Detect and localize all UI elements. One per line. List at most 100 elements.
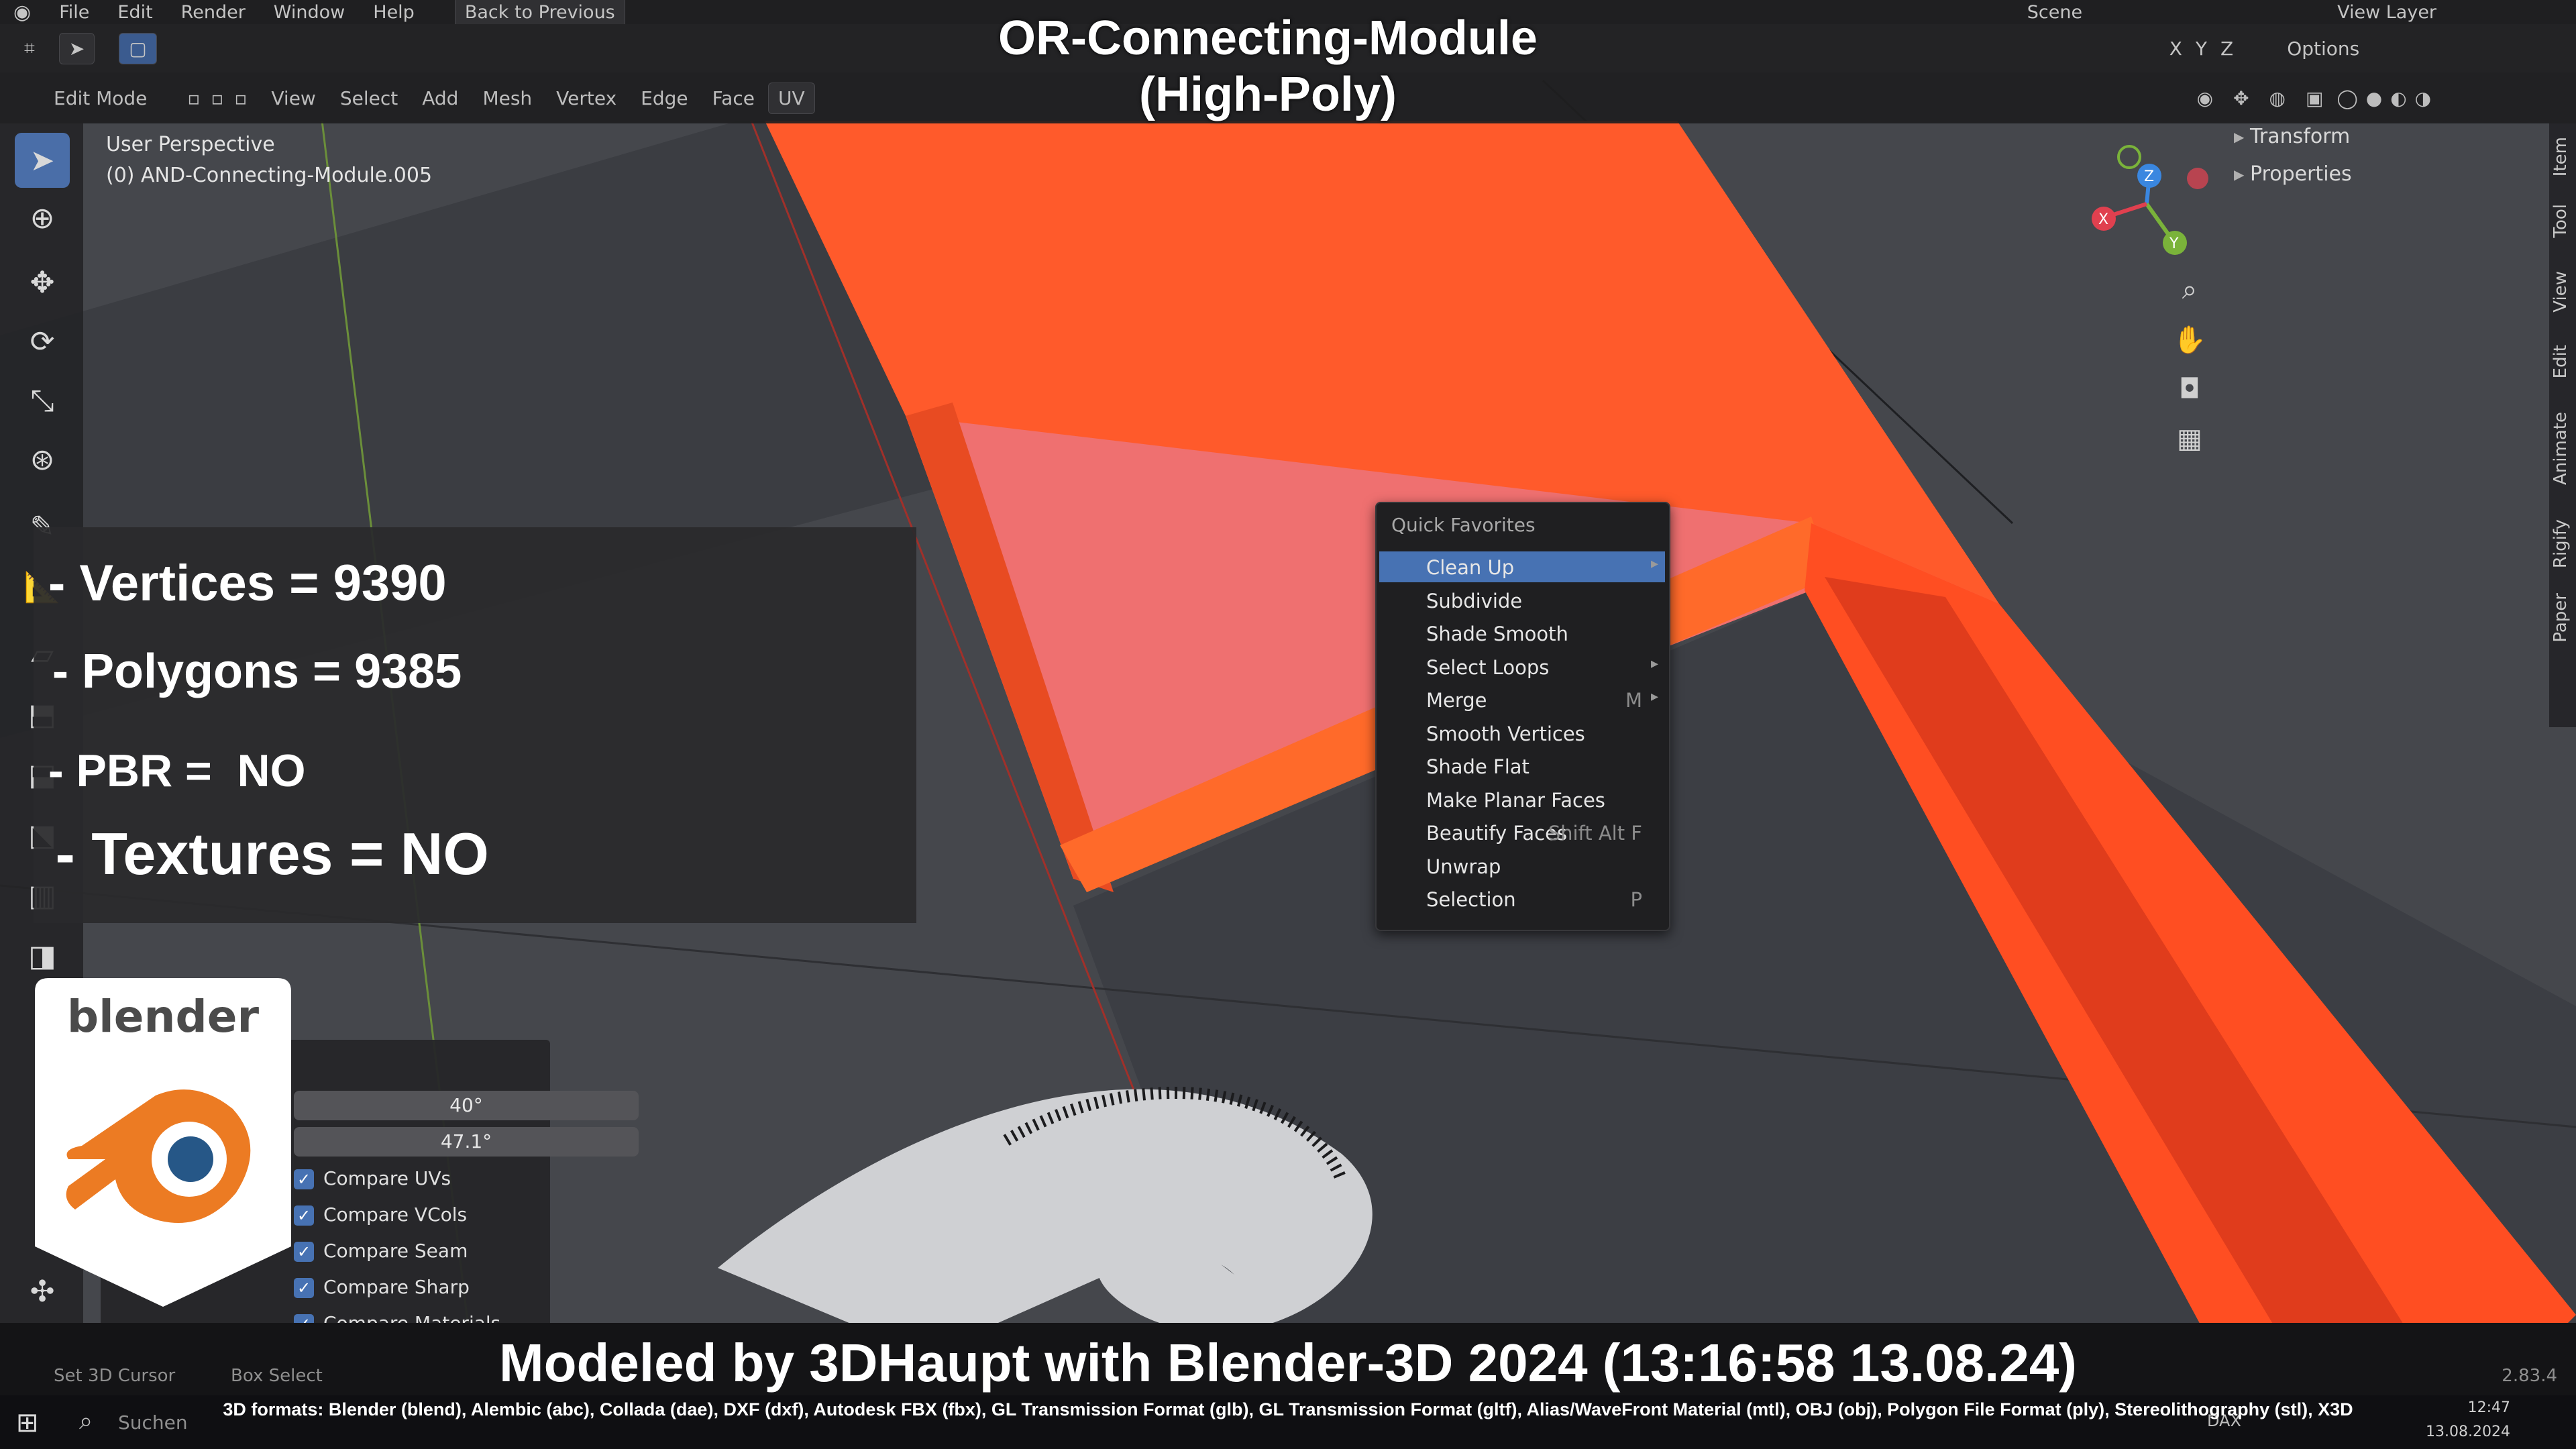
header-menu-mesh[interactable]: Mesh xyxy=(482,87,532,109)
footer-formats: 3D formats: Blender (blend), Alembic (ab… xyxy=(223,1399,2353,1419)
menu-item-label: Shade Flat xyxy=(1426,755,1529,778)
tab-view[interactable]: View xyxy=(2551,271,2575,313)
menu-item-label: Clean Up xyxy=(1426,556,1515,579)
tab-edit[interactable]: Edit xyxy=(2551,345,2575,378)
stat-pbr: - PBR = NO xyxy=(48,745,306,796)
blender-logo-text: blender xyxy=(67,991,260,1042)
panel-properties[interactable]: Properties xyxy=(2250,162,2352,186)
menu-item[interactable]: Select Loops ▸ xyxy=(1379,651,1665,682)
gizmo-x-label: X xyxy=(2098,211,2108,228)
operator-checkbox[interactable]: ✓ Compare Sharp xyxy=(294,1276,470,1298)
editor-type-icon[interactable]: ⌗ xyxy=(24,37,35,60)
properties-expand-icon[interactable]: ▶ xyxy=(2234,166,2244,182)
gizmo-toggle-icon[interactable]: ✥ xyxy=(2233,87,2249,109)
tab-tool[interactable]: Tool xyxy=(2551,204,2575,238)
checkmark-icon: ✓ xyxy=(294,1278,314,1298)
menu-window[interactable]: Window xyxy=(274,2,345,23)
menu-item[interactable]: Shade Smooth xyxy=(1379,618,1665,649)
select-tool-icon[interactable]: ➤ xyxy=(58,32,95,64)
n-panel: ▶ Transform ▶ Properties xyxy=(2227,123,2549,204)
tab-item[interactable]: Item xyxy=(2551,137,2575,176)
overlay-toggle-icon[interactable]: ◍ xyxy=(2269,87,2286,109)
checkbox-label: Compare UVs xyxy=(323,1167,451,1189)
axis-lock-x[interactable]: X xyxy=(2169,38,2182,60)
shading-rendered-icon[interactable]: ◑ xyxy=(2415,87,2431,109)
menu-help[interactable]: Help xyxy=(373,2,415,23)
back-to-previous-button[interactable]: Back to Previous xyxy=(454,0,625,28)
checkbox-label: Compare Seam xyxy=(323,1240,468,1262)
ortho-grid-icon[interactable]: ▦ xyxy=(2168,417,2211,460)
checkbox-label: Compare VCols xyxy=(323,1203,468,1226)
axis-lock-z[interactable]: Z xyxy=(2220,38,2233,60)
stat-vertices: - Vertices = 9390 xyxy=(48,555,447,612)
visibility-icon[interactable]: ◉ xyxy=(2197,87,2213,109)
tab-paper[interactable]: Paper xyxy=(2551,593,2575,643)
panel-transform[interactable]: Transform xyxy=(2250,125,2350,148)
stat-polygons: - Polygons = 9385 xyxy=(39,645,462,698)
header-menu-face[interactable]: Face xyxy=(712,87,755,109)
menu-item[interactable]: Subdivide xyxy=(1379,585,1665,616)
shading-solid-icon[interactable]: ● xyxy=(2366,87,2382,109)
rotate-tool-icon[interactable]: ⟳ xyxy=(15,314,70,369)
pan-hand-icon[interactable]: ✋ xyxy=(2168,318,2211,361)
header-menu-view[interactable]: View xyxy=(271,87,315,109)
menu-item-label: Unwrap xyxy=(1426,855,1501,878)
shading-wire-icon[interactable]: ◯ xyxy=(2337,87,2357,109)
view-layer-selector[interactable]: View Layer xyxy=(2337,2,2436,23)
select-box-tool-icon[interactable]: ➤ xyxy=(15,133,70,188)
menu-item-label: Shade Smooth xyxy=(1426,623,1568,645)
quick-favorites-menu: Quick Favorites Clean Up ▸ Subdivide Shade … xyxy=(1375,502,1670,931)
menu-item[interactable]: Selection P xyxy=(1379,883,1665,914)
tab-rigify[interactable]: Rigify xyxy=(2551,519,2575,568)
axis-lock-y[interactable]: Y xyxy=(2196,38,2207,60)
submenu-arrow-icon: ▸ xyxy=(1650,555,1658,572)
xray-toggle-icon[interactable]: ▣ xyxy=(2306,87,2323,109)
operator-checkbox[interactable]: ✓ Compare Seam xyxy=(294,1240,468,1262)
menu-item[interactable]: Shade Flat xyxy=(1379,751,1665,782)
menu-item-label: Beautify Faces xyxy=(1426,822,1568,845)
scale-tool-icon[interactable]: ⤡ xyxy=(15,373,70,428)
n-panel-tabs: Item Tool View Edit Animate Rigify Paper xyxy=(2549,123,2576,727)
angle-field-2[interactable]: 47.1° xyxy=(294,1127,639,1157)
cursor-tool-icon[interactable]: ⊕ xyxy=(15,191,70,246)
shading-material-icon[interactable]: ◐ xyxy=(2390,87,2406,109)
mode-selector[interactable]: Edit Mode xyxy=(54,87,147,109)
menu-item[interactable]: Clean Up ▸ xyxy=(1379,551,1665,582)
menu-edit[interactable]: Edit xyxy=(117,2,152,23)
viewport-object-label: (0) AND-Connecting-Module.005 xyxy=(106,164,433,187)
select-mode-new-icon[interactable]: ▢ xyxy=(119,32,157,64)
blender-menu-icon[interactable]: ◉ xyxy=(13,1,31,24)
angle-field-1[interactable]: 40° xyxy=(294,1091,639,1120)
menu-item-label: Select Loops xyxy=(1426,655,1550,679)
tab-animate[interactable]: Animate xyxy=(2551,412,2575,485)
transform-expand-icon[interactable]: ▶ xyxy=(2234,129,2244,145)
menu-render[interactable]: Render xyxy=(181,2,246,23)
menu-item-shortcut: P xyxy=(1630,888,1643,911)
move-tool-icon[interactable]: ✥ xyxy=(15,255,70,310)
header-menu-edge[interactable]: Edge xyxy=(641,87,688,109)
header-menu-add[interactable]: Add xyxy=(422,87,458,109)
header-menu-select[interactable]: Select xyxy=(340,87,398,109)
overlay-title-line2: (High-Poly) xyxy=(1139,68,1397,121)
options-dropdown[interactable]: Options xyxy=(2287,38,2359,60)
mesh-select-face-icon[interactable]: ▫ xyxy=(234,87,247,109)
knife-tool-icon[interactable]: ◨ xyxy=(15,928,70,983)
menu-item[interactable]: Merge M ▸ xyxy=(1379,684,1665,715)
navigation-gizmo[interactable]: Z Y X xyxy=(2066,137,2227,271)
menu-item[interactable]: Unwrap xyxy=(1379,851,1665,881)
operator-checkbox[interactable]: ✓ Compare UVs xyxy=(294,1167,451,1189)
menu-item[interactable]: Beautify Faces Shift Alt F xyxy=(1379,817,1665,848)
menu-file[interactable]: File xyxy=(59,2,89,23)
mesh-select-edge-icon[interactable]: ▫ xyxy=(211,87,223,109)
overlay-title-line1: OR-Connecting-Module xyxy=(998,11,1538,65)
camera-view-icon[interactable]: ◘ xyxy=(2168,368,2211,411)
scene-selector[interactable]: Scene xyxy=(2027,2,2082,23)
transform-tool-icon[interactable]: ⊛ xyxy=(15,432,70,487)
mesh-select-vertex-icon[interactable]: ▫ xyxy=(187,87,200,109)
header-menu-vertex[interactable]: Vertex xyxy=(556,87,616,109)
operator-checkbox[interactable]: ✓ Compare VCols xyxy=(294,1203,467,1226)
menu-item[interactable]: Make Planar Faces xyxy=(1379,784,1665,815)
submenu-arrow-icon: ▸ xyxy=(1650,688,1658,705)
zoom-icon[interactable]: ⌕ xyxy=(2168,268,2211,311)
menu-item[interactable]: Smooth Vertices xyxy=(1379,718,1665,749)
